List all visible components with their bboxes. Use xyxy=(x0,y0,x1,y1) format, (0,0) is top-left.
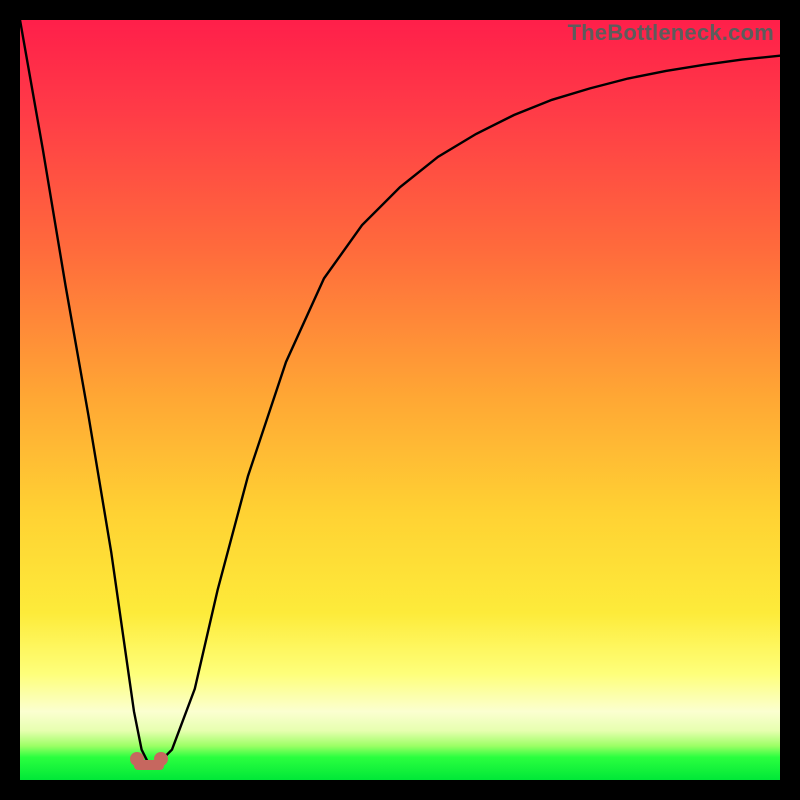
plot-area: TheBottleneck.com xyxy=(20,20,780,780)
optimal-marker-icon xyxy=(130,752,168,770)
bottleneck-curve xyxy=(20,20,780,780)
marker-bar xyxy=(134,760,164,770)
curve-path xyxy=(20,20,780,765)
chart-frame: TheBottleneck.com xyxy=(0,0,800,800)
